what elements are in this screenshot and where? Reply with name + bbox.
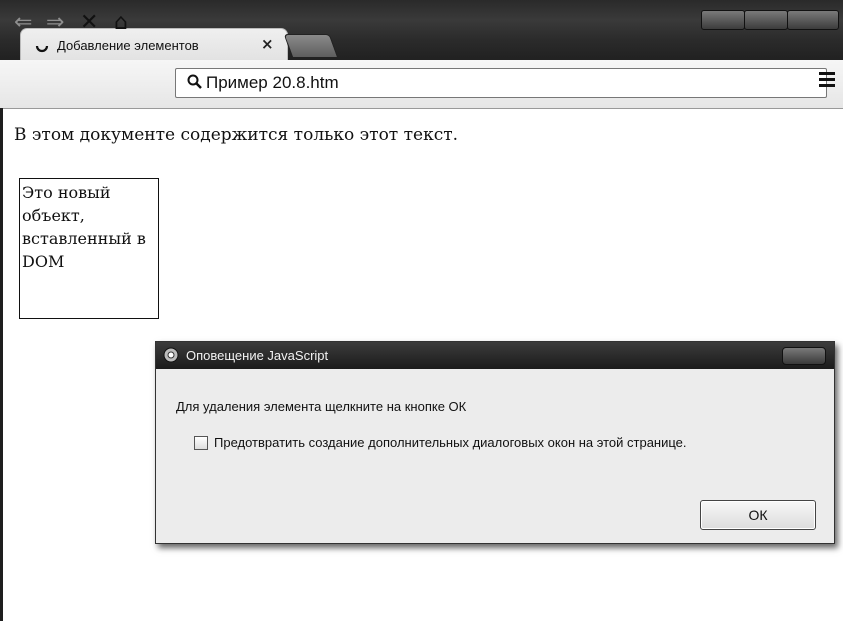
maximize-button[interactable] [744,10,788,30]
dialog-message: Для удаления элемента щелкните на кнопке… [176,399,467,414]
loading-spinner-icon [35,45,49,53]
stop-button[interactable]: ✕ [80,12,98,34]
window-controls [701,10,839,30]
chrome-icon [163,347,179,363]
suppress-dialogs-checkbox[interactable] [194,435,208,450]
address-text[interactable]: Пример 20.8.htm [206,73,339,93]
dialog-titlebar[interactable]: Оповещение JavaScript [156,342,834,369]
home-button[interactable]: ⌂ [114,12,128,34]
suppress-dialogs-row[interactable]: Предотвратить создание дополнительных ди… [194,435,687,450]
address-bar[interactable]: Пример 20.8.htm [175,68,827,98]
new-tab-button[interactable] [283,34,339,58]
ok-button[interactable]: ОК [700,500,816,530]
tab-close-icon[interactable]: × [261,35,274,53]
dialog-close-button[interactable] [782,347,826,365]
search-icon [187,74,202,89]
javascript-alert-dialog: Оповещение JavaScript Для удаления элеме… [155,341,835,544]
close-window-button[interactable] [787,10,839,30]
page-paragraph: В этом документе содержится только этот … [14,125,459,145]
window-edge [0,108,3,621]
forward-button[interactable]: ⇒ [46,12,64,34]
suppress-dialogs-label[interactable]: Предотвратить создание дополнительных ди… [214,435,687,450]
minimize-button[interactable] [701,10,745,30]
tab-title: Добавление элементов [57,38,199,53]
inserted-dom-object: Это новый объект, вставленный в DOM [19,178,159,319]
back-button[interactable]: ⇐ [14,12,32,34]
dialog-title: Оповещение JavaScript [186,348,329,363]
menu-icon[interactable] [819,72,835,92]
inserted-object-text: Это новый объект, вставленный в DOM [22,183,146,271]
